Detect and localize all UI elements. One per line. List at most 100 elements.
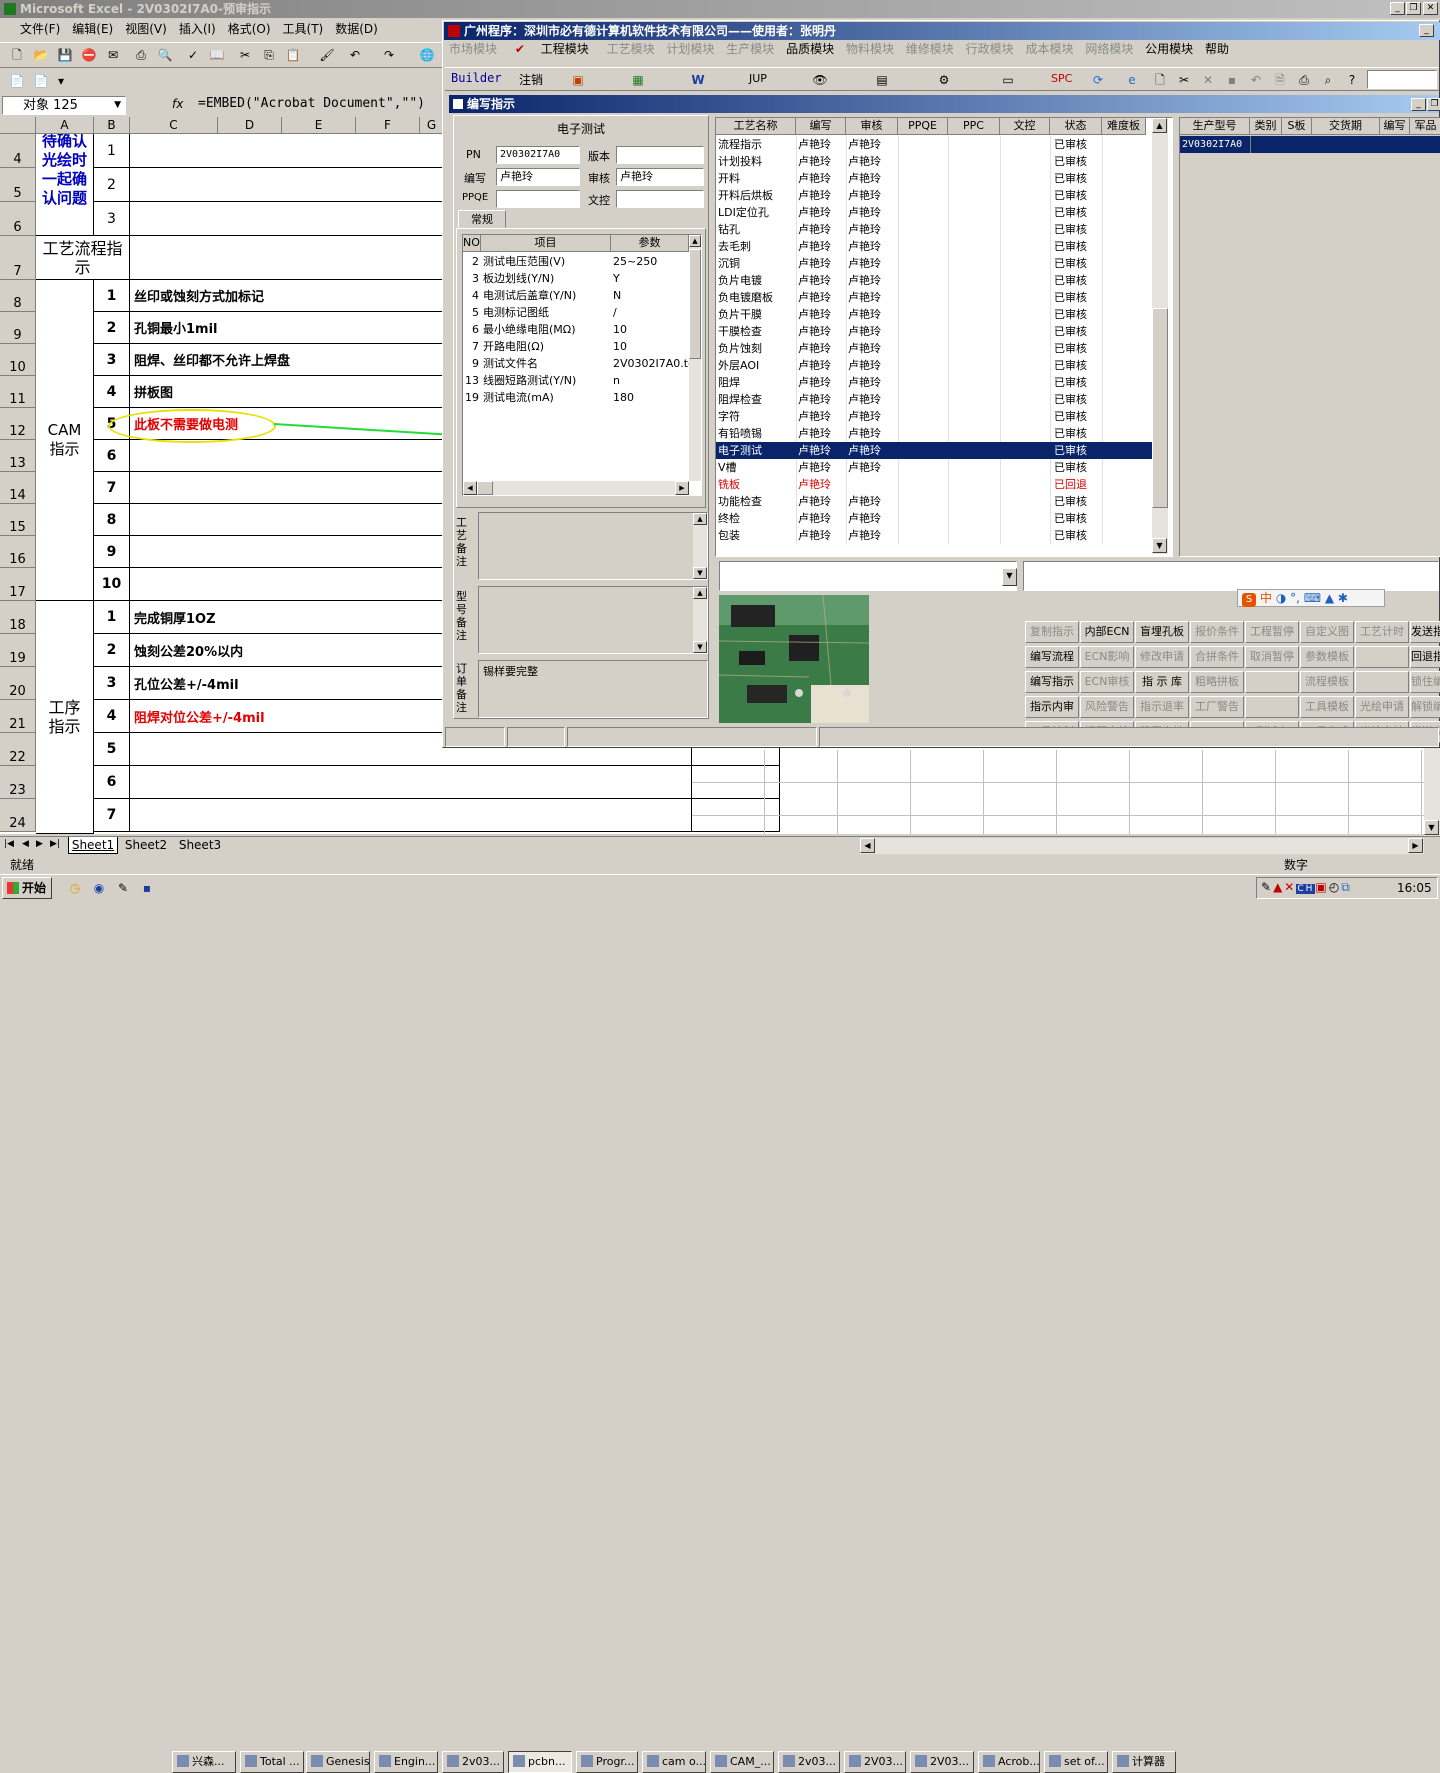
- proc-col-name[interactable]: 工艺名称: [716, 118, 796, 135]
- action-button[interactable]: [1355, 646, 1409, 668]
- remark2-down-icon[interactable]: ▼: [693, 641, 707, 653]
- remark2-field[interactable]: ▲ ▼: [478, 586, 708, 654]
- excel-title-bar[interactable]: Microsoft Excel - 2V0302I7A0-预审指示: [0, 0, 1440, 18]
- menu-format[interactable]: 格式(O): [222, 19, 277, 39]
- start-button[interactable]: 开始: [2, 877, 52, 899]
- taskbar-item[interactable]: Progr...: [576, 1751, 638, 1773]
- delete-icon[interactable]: ✕: [1199, 71, 1217, 89]
- param-row[interactable]: 7 开路电阻(Ω) 10: [463, 338, 689, 355]
- remark1-down-icon[interactable]: ▼: [693, 567, 707, 579]
- sheet-tab-2[interactable]: Sheet2: [120, 837, 172, 854]
- cut-tool-icon[interactable]: ✂: [1175, 71, 1193, 89]
- taskbar-item[interactable]: 2V03...: [844, 1751, 906, 1773]
- format-painter-icon[interactable]: 🖌: [318, 46, 336, 64]
- model-col-author[interactable]: 编写: [1380, 118, 1410, 135]
- remark3-field[interactable]: 锡样要完整: [478, 660, 708, 718]
- ie-icon[interactable]: e: [1123, 71, 1141, 89]
- sheet-nav-first-icon[interactable]: |◀: [4, 839, 14, 849]
- print-preview-icon[interactable]: 🔍: [156, 46, 174, 64]
- process-row[interactable]: 铣板 卢艳玲 已回退: [716, 476, 1152, 493]
- model-col-military[interactable]: 军品: [1410, 118, 1440, 135]
- param-row[interactable]: 2 测试电压范围(V) 25~250: [463, 253, 689, 270]
- fx-icon[interactable]: fx: [172, 97, 183, 111]
- report-icon[interactable]: ▣: [569, 71, 587, 89]
- spc-button[interactable]: SPC: [1051, 72, 1072, 85]
- param-row[interactable]: 4 电测试后盖章(Y/N) N: [463, 287, 689, 304]
- menu-material[interactable]: 物料模块: [842, 39, 898, 59]
- action-button[interactable]: 内部ECN: [1080, 621, 1134, 643]
- refresh-icon[interactable]: ⟳: [1089, 71, 1107, 89]
- menu-craft[interactable]: 工艺模块: [603, 39, 659, 59]
- excel-minimize-button[interactable]: _: [1390, 2, 1405, 15]
- tray-close-icon[interactable]: ✕: [1284, 880, 1296, 894]
- save-tool-icon[interactable]: ▪: [1223, 71, 1241, 89]
- cut-icon[interactable]: ✂: [236, 46, 254, 64]
- quicklaunch-app-icon[interactable]: ◉: [90, 879, 108, 897]
- toolbar-options-icon[interactable]: ▾: [56, 72, 66, 90]
- tray-clock-icon[interactable]: ◴: [1329, 880, 1341, 894]
- param-row[interactable]: 19 测试电流(mA) 180: [463, 389, 689, 406]
- process-row[interactable]: LDI定位孔 卢艳玲 卢艳玲 已审核: [716, 204, 1152, 221]
- menu-maintenance[interactable]: 维修模块: [902, 39, 958, 59]
- action-button[interactable]: 解锁编: [1410, 696, 1440, 718]
- action-button[interactable]: 工程暂停: [1245, 621, 1299, 643]
- toolbar-field[interactable]: [1367, 70, 1437, 89]
- remark1-field[interactable]: ▲ ▼: [478, 512, 708, 580]
- binoculars-icon[interactable]: ⌕: [1319, 71, 1337, 89]
- tray-icons[interactable]: ✎▲✕CH▣◴⧉: [1261, 880, 1352, 895]
- process-row[interactable]: 开料 卢艳玲 卢艳玲 已审核: [716, 170, 1152, 187]
- remark2-up-icon[interactable]: ▲: [693, 587, 707, 599]
- menu-engineering[interactable]: ✔ 工程模块: [505, 39, 599, 59]
- database-icon[interactable]: ▤: [873, 71, 891, 89]
- proc-col-ppqe[interactable]: PPQE: [898, 118, 948, 135]
- formula-input[interactable]: =EMBED("Acrobat Document",""): [198, 96, 425, 111]
- remark1-scroll[interactable]: ▲ ▼: [693, 513, 707, 579]
- process-row[interactable]: 负片电镀 卢艳玲 卢艳玲 已审核: [716, 272, 1152, 289]
- pdf-convert-icon[interactable]: 📄: [8, 72, 26, 90]
- info-field[interactable]: [1023, 561, 1439, 591]
- taskbar-item[interactable]: cam o...: [642, 1751, 706, 1773]
- process-row[interactable]: V槽 卢艳玲 卢艳玲 已审核: [716, 459, 1152, 476]
- dialog-title-bar[interactable]: 编写指示: [449, 95, 1439, 113]
- excel-export-icon[interactable]: ▦: [629, 71, 647, 89]
- version-field[interactable]: [616, 146, 704, 164]
- taskbar-item[interactable]: pcbn...: [508, 1751, 572, 1773]
- process-row[interactable]: 负电镀磨板 卢艳玲 卢艳玲 已审核: [716, 289, 1152, 306]
- sheet-nav-last-icon[interactable]: ▶|: [50, 839, 60, 849]
- horizontal-scrollbar[interactable]: ◀ ▶: [860, 838, 1424, 854]
- process-row[interactable]: 电子测试 卢艳玲 卢艳玲 已审核: [716, 442, 1152, 459]
- copy-icon[interactable]: ⎘: [260, 46, 278, 64]
- model-col-due[interactable]: 交货期: [1312, 118, 1380, 135]
- action-button[interactable]: 取消暂停: [1245, 646, 1299, 668]
- clock[interactable]: 16:05: [1397, 881, 1432, 895]
- process-row[interactable]: 阻焊 卢艳玲 卢艳玲 已审核: [716, 374, 1152, 391]
- spelling-icon[interactable]: ✓: [184, 46, 202, 64]
- model-col-sboard[interactable]: S板: [1282, 118, 1312, 135]
- sheet-nav-next-icon[interactable]: ▶: [36, 839, 43, 849]
- proc-col-difficulty[interactable]: 难度板: [1102, 118, 1146, 135]
- process-combo[interactable]: ▼: [719, 561, 1017, 591]
- action-button[interactable]: 复制指示: [1025, 621, 1079, 643]
- screen-icon[interactable]: ▭: [999, 71, 1017, 89]
- model-table[interactable]: 生产型号 类别 S板 交货期 编写 军品 2V0302I7A0: [1179, 117, 1440, 557]
- menu-insert[interactable]: 插入(I): [173, 19, 222, 39]
- param-col-item[interactable]: 项目: [481, 235, 611, 252]
- proc-scroll-up-icon[interactable]: ▲: [1152, 118, 1167, 133]
- doc-control-field[interactable]: [616, 190, 704, 208]
- action-button[interactable]: [1245, 671, 1299, 693]
- menu-file[interactable]: 文件(F): [14, 19, 66, 39]
- word-export-icon[interactable]: W: [689, 71, 707, 89]
- col-header-c[interactable]: C: [130, 117, 218, 134]
- taskbar-item[interactable]: Acrob...: [978, 1751, 1040, 1773]
- proc-col-author[interactable]: 编写: [796, 118, 846, 135]
- proc-col-review[interactable]: 审核: [846, 118, 898, 135]
- name-box-dropdown-icon[interactable]: ▼: [114, 97, 121, 114]
- action-button[interactable]: ECN影响: [1080, 646, 1134, 668]
- action-button[interactable]: 流程模板: [1300, 671, 1354, 693]
- proc-col-doc[interactable]: 文控: [1000, 118, 1050, 135]
- process-row[interactable]: 开料后烘板 卢艳玲 卢艳玲 已审核: [716, 187, 1152, 204]
- paste-icon[interactable]: 📋: [284, 46, 302, 64]
- menu-data[interactable]: 数据(D): [329, 19, 384, 39]
- menu-quality[interactable]: 品质模块: [782, 39, 838, 59]
- proc-scroll-down-icon[interactable]: ▼: [1152, 538, 1167, 553]
